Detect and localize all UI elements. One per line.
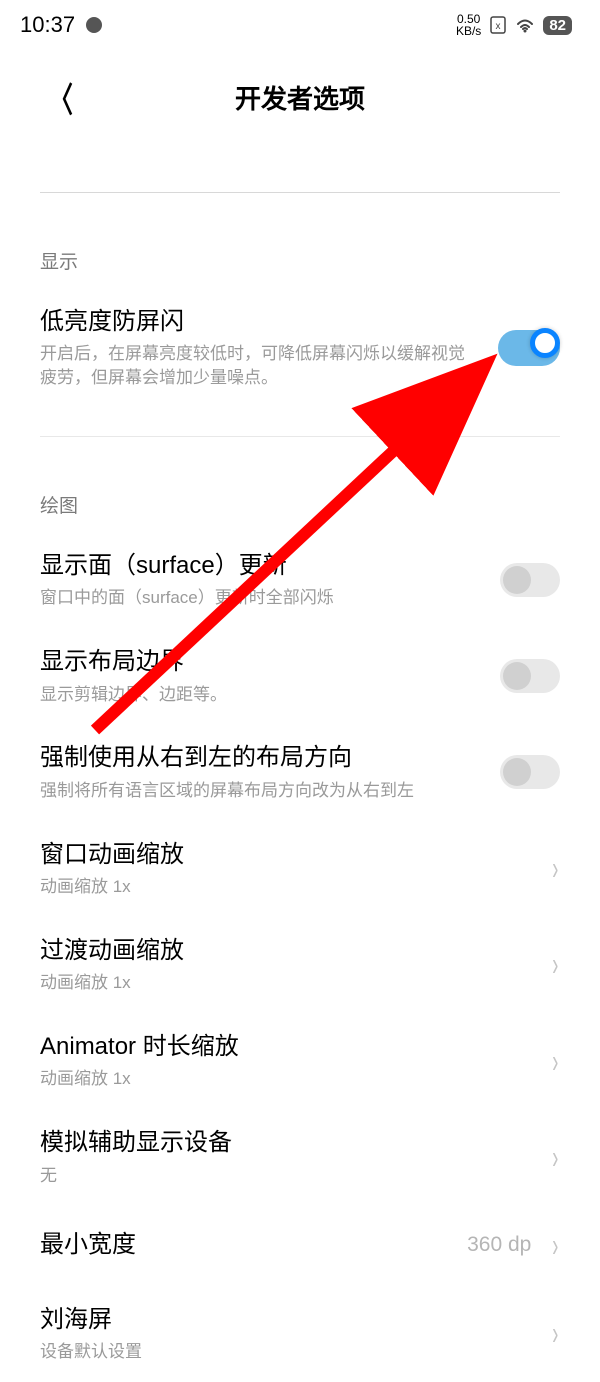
chevron-right-icon: › bbox=[553, 1314, 559, 1354]
setting-window-animation[interactable]: 窗口动画缩放 动画缩放 1x › bbox=[0, 821, 600, 917]
setting-layout-bounds[interactable]: 显示布局边界 显示剪辑边界、边距等。 bbox=[0, 628, 600, 724]
chevron-right-icon: › bbox=[553, 945, 559, 985]
toggle-layout-bounds[interactable] bbox=[500, 659, 560, 693]
chevron-right-icon: › bbox=[553, 848, 559, 888]
sim-icon: x bbox=[489, 16, 507, 34]
svg-text:x: x bbox=[496, 21, 501, 32]
setting-title: 显示布局边界 bbox=[40, 646, 480, 678]
setting-title: 最小宽度 bbox=[40, 1229, 447, 1261]
setting-force-rtl[interactable]: 强制使用从右到左的布局方向 强制将所有语言区域的屏幕布局方向改为从右到左 bbox=[0, 724, 600, 820]
setting-desc: 设备默认设置 bbox=[40, 1340, 531, 1364]
setting-transition-animation[interactable]: 过渡动画缩放 动画缩放 1x › bbox=[0, 917, 600, 1013]
toggle-surface-update[interactable] bbox=[500, 563, 560, 597]
setting-simulate-secondary-display[interactable]: 模拟辅助显示设备 无 › bbox=[0, 1109, 600, 1205]
setting-min-width[interactable]: 最小宽度 360 dp › bbox=[0, 1205, 600, 1285]
setting-notch[interactable]: 刘海屏 设备默认设置 › bbox=[0, 1286, 600, 1382]
section-header-drawing: 绘图 bbox=[0, 437, 600, 532]
status-time: 10:37 bbox=[20, 12, 75, 38]
setting-title: 强制使用从右到左的布局方向 bbox=[40, 742, 480, 774]
setting-desc: 动画缩放 1x bbox=[40, 875, 531, 899]
setting-low-brightness-flicker[interactable]: 低亮度防屏闪 开启后，在屏幕亮度较低时，可降低屏幕闪烁以缓解视觉疲劳，但屏幕会增… bbox=[0, 288, 600, 408]
setting-title: Animator 时长缩放 bbox=[40, 1031, 531, 1063]
setting-title: 过渡动画缩放 bbox=[40, 935, 531, 967]
setting-surface-update[interactable]: 显示面（surface）更新 窗口中的面（surface）更新时全部闪烁 bbox=[0, 532, 600, 628]
battery-indicator: 82 bbox=[543, 16, 572, 35]
chevron-right-icon: › bbox=[553, 1137, 559, 1177]
toggle-low-brightness[interactable] bbox=[498, 330, 560, 366]
wifi-icon bbox=[515, 17, 535, 33]
network-speed: 0.50 KB/s bbox=[456, 13, 481, 37]
setting-title: 刘海屏 bbox=[40, 1304, 531, 1336]
setting-title: 低亮度防屏闪 bbox=[40, 306, 478, 338]
setting-title: 模拟辅助显示设备 bbox=[40, 1127, 531, 1159]
setting-title: 窗口动画缩放 bbox=[40, 839, 531, 871]
setting-desc: 显示剪辑边界、边距等。 bbox=[40, 683, 480, 707]
chevron-right-icon: › bbox=[553, 1041, 559, 1081]
page-title: 开发者选项 bbox=[40, 79, 560, 116]
chevron-right-icon: › bbox=[553, 1225, 559, 1265]
setting-title: 显示面（surface）更新 bbox=[40, 550, 480, 582]
header-divider bbox=[40, 145, 560, 193]
setting-desc: 无 bbox=[40, 1164, 531, 1188]
setting-animator-duration[interactable]: Animator 时长缩放 动画缩放 1x › bbox=[0, 1013, 600, 1109]
page-header: 〈 开发者选项 bbox=[0, 50, 600, 145]
section-header-display: 显示 bbox=[0, 193, 600, 288]
status-bar: 10:37 0.50 KB/s x 82 bbox=[0, 0, 600, 50]
compass-icon bbox=[85, 16, 103, 34]
setting-desc: 动画缩放 1x bbox=[40, 1067, 531, 1091]
setting-desc: 动画缩放 1x bbox=[40, 971, 531, 995]
setting-desc: 窗口中的面（surface）更新时全部闪烁 bbox=[40, 586, 480, 610]
toggle-force-rtl[interactable] bbox=[500, 755, 560, 789]
setting-desc: 强制将所有语言区域的屏幕布局方向改为从右到左 bbox=[40, 779, 480, 803]
setting-desc: 开启后，在屏幕亮度较低时，可降低屏幕闪烁以缓解视觉疲劳，但屏幕会增加少量噪点。 bbox=[40, 342, 478, 390]
setting-value: 360 dp bbox=[467, 1233, 531, 1257]
back-button[interactable]: 〈 bbox=[49, 73, 73, 122]
